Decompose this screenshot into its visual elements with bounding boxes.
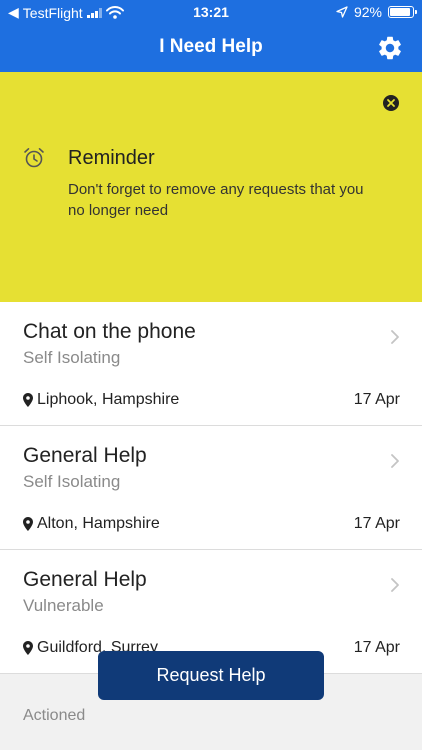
app-header: ◀ TestFlight 13:21 92% I Need Help — [0, 0, 422, 72]
location-pin-icon — [23, 393, 33, 407]
request-title: Chat on the phone — [23, 320, 196, 343]
request-item[interactable]: General Help Self Isolating Alton, Hamps… — [0, 426, 422, 550]
reminder-text: Don't forget to remove any requests that… — [68, 181, 364, 219]
location-arrow-icon — [336, 6, 348, 18]
page-title: I Need Help — [159, 36, 263, 57]
status-bar: ◀ TestFlight 13:21 92% — [0, 0, 422, 24]
request-status: Self Isolating — [23, 472, 121, 491]
chevron-right-icon — [391, 330, 399, 344]
battery-icon — [388, 6, 417, 18]
close-icon[interactable] — [382, 94, 400, 112]
request-help-button[interactable]: Request Help — [98, 651, 324, 700]
request-date: 17 Apr — [353, 391, 400, 408]
request-location: Alton, Hampshire — [37, 515, 160, 532]
request-list: Chat on the phone Self Isolating Liphook… — [0, 302, 422, 674]
request-status: Self Isolating — [23, 348, 121, 367]
alarm-clock-icon — [24, 148, 44, 168]
location-pin-icon — [23, 517, 33, 531]
request-status: Vulnerable — [23, 596, 104, 615]
gear-icon[interactable] — [376, 34, 404, 62]
request-date: 17 Apr — [353, 515, 400, 532]
request-location: Liphook, Hampshire — [37, 391, 180, 408]
actioned-label: Actioned — [23, 707, 86, 724]
chevron-right-icon — [391, 578, 399, 592]
chevron-right-icon — [391, 454, 399, 468]
location-pin-icon — [23, 641, 33, 655]
request-title: General Help — [23, 568, 147, 591]
reminder-title: Reminder — [68, 147, 155, 169]
battery-percent: 92% — [353, 4, 382, 20]
request-title: General Help — [23, 444, 147, 467]
request-date: 17 Apr — [353, 639, 400, 656]
request-item[interactable]: Chat on the phone Self Isolating Liphook… — [0, 302, 422, 426]
